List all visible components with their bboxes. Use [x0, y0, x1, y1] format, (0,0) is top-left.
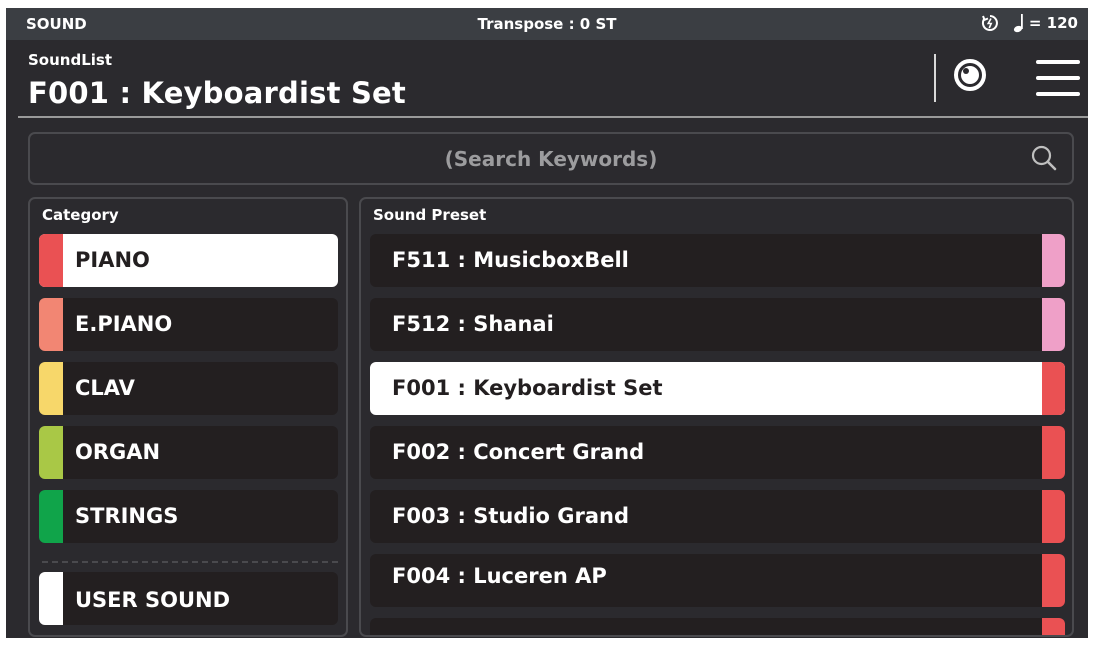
category-title: Category: [42, 206, 119, 224]
hamburger-menu-icon[interactable]: [1036, 60, 1080, 96]
transpose-status[interactable]: Transpose : 0 ST: [6, 15, 1088, 33]
preset-label: F002 : Concert Grand: [392, 440, 645, 464]
page-title: F001 : Keyboardist Set: [28, 76, 406, 110]
header-subtitle: SoundList: [28, 51, 113, 69]
preset-item[interactable]: F003 : Studio Grand: [370, 490, 1065, 543]
category-label: STRINGS: [75, 504, 179, 528]
preset-color-tag: [1042, 234, 1065, 287]
header: SoundList F001 : Keyboardist Set: [6, 40, 1088, 118]
category-label: ORGAN: [75, 440, 161, 464]
category-item-piano[interactable]: PIANO: [39, 234, 338, 287]
preset-color-tag: [1042, 362, 1065, 415]
category-item-epiano[interactable]: E.PIANO: [39, 298, 338, 351]
tempo-group[interactable]: = 120: [981, 13, 1078, 33]
header-underline: [18, 116, 1088, 118]
category-separator: [42, 561, 338, 563]
preset-label: F001 : Keyboardist Set: [392, 376, 663, 400]
category-item-organ[interactable]: ORGAN: [39, 426, 338, 479]
search-placeholder: (Search Keywords): [444, 147, 658, 171]
preset-color-tag: [1042, 618, 1065, 635]
screen: SOUND Transpose : 0 ST = 120 SoundList F…: [6, 8, 1088, 638]
preset-item[interactable]: F512 : Shanai: [370, 298, 1065, 351]
sound-preset-title: Sound Preset: [373, 206, 487, 224]
category-color-swatch: [39, 426, 63, 479]
category-color-swatch: [39, 234, 63, 287]
preset-color-tag: [1042, 554, 1065, 607]
search-input[interactable]: (Search Keywords): [28, 132, 1074, 185]
category-item-user-sound[interactable]: USER SOUND: [39, 572, 338, 625]
search-icon[interactable]: [1030, 144, 1058, 172]
preset-color-tag: [1042, 426, 1065, 479]
header-divider: [934, 54, 936, 102]
category-color-swatch: [39, 572, 63, 625]
preset-label: F511 : MusicboxBell: [392, 248, 629, 272]
preset-item-selected[interactable]: F001 : Keyboardist Set: [370, 362, 1065, 415]
preset-label: F512 : Shanai: [392, 312, 554, 336]
preset-label: F003 : Studio Grand: [392, 504, 630, 528]
knob-icon[interactable]: [953, 58, 987, 92]
tap-tempo-icon[interactable]: [981, 14, 999, 32]
category-color-swatch: [39, 362, 63, 415]
preset-color-tag: [1042, 298, 1065, 351]
category-panel: Category PIANO E.PIANO CLAV ORGAN STRING…: [28, 197, 348, 637]
sound-preset-panel: Sound Preset F511 : MusicboxBell F512 : …: [359, 197, 1074, 637]
category-item-strings[interactable]: STRINGS: [39, 490, 338, 543]
category-color-swatch: [39, 298, 63, 351]
preset-item[interactable]: F004 : Luceren AP: [370, 554, 1065, 607]
preset-item[interactable]: F002 : Concert Grand: [370, 426, 1065, 479]
category-label: USER SOUND: [75, 588, 231, 612]
category-label: E.PIANO: [75, 312, 173, 336]
preset-color-tag: [1042, 490, 1065, 543]
category-label: CLAV: [75, 376, 135, 400]
preset-item[interactable]: F511 : MusicboxBell: [370, 234, 1065, 287]
quarter-note-icon: [1013, 14, 1023, 33]
status-bar: SOUND Transpose : 0 ST = 120: [6, 8, 1088, 40]
category-color-swatch: [39, 490, 63, 543]
preset-item-partial[interactable]: [370, 618, 1065, 635]
category-label: PIANO: [75, 248, 150, 272]
preset-label: F004 : Luceren AP: [392, 564, 607, 588]
tempo-value: = 120: [1028, 14, 1078, 32]
category-item-clav[interactable]: CLAV: [39, 362, 338, 415]
